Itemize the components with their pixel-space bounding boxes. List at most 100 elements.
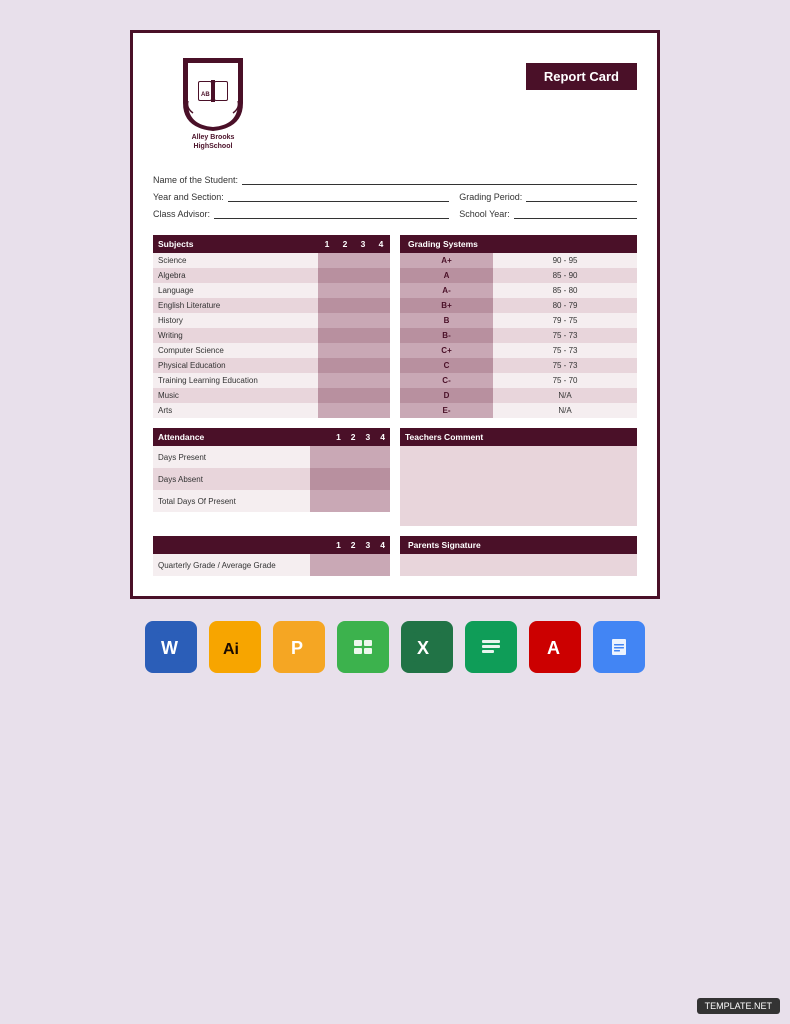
table-row: History <box>153 313 390 328</box>
table-row: Music <box>153 388 390 403</box>
table-row: DN/A <box>400 388 637 403</box>
table-row: A+90 - 95 <box>400 253 637 268</box>
subject-q3-cell <box>354 283 372 298</box>
qg-q1: 1 <box>336 540 341 550</box>
comment-box <box>400 446 637 526</box>
quarterly-header: 1 2 3 4 <box>153 536 390 554</box>
table-row: B79 - 75 <box>400 313 637 328</box>
grade-label: C+ <box>400 343 493 358</box>
sheets-icon[interactable] <box>465 621 517 673</box>
logo-area: AB Alley BrooksHighSchool <box>153 53 273 155</box>
list-item: Days Absent <box>153 468 390 490</box>
table-row: Physical Education <box>153 358 390 373</box>
subjects-header-row: Subjects 1 2 3 4 <box>153 235 390 253</box>
school-year-label: School Year: <box>459 209 510 219</box>
subject-q2-cell <box>336 403 354 418</box>
header: AB Alley BrooksHighSchool Report Card <box>153 53 637 155</box>
subject-q1-cell <box>318 358 336 373</box>
subject-q2-cell <box>336 343 354 358</box>
subject-q2-cell <box>336 373 354 388</box>
subject-name: Computer Science <box>153 343 318 358</box>
table-row: B-75 - 73 <box>400 328 637 343</box>
subject-q4-cell <box>372 313 390 328</box>
subject-q1-cell <box>318 388 336 403</box>
subject-name: English Literature <box>153 298 318 313</box>
parents-sig-header: Parents Signature <box>400 536 637 554</box>
grade-range: 85 - 90 <box>493 268 637 283</box>
quarterly-section: 1 2 3 4 Quarterly Grade / Average Grade <box>153 536 390 576</box>
subject-name: Training Learning Education <box>153 373 318 388</box>
att-q4-cell <box>370 468 390 490</box>
grade-range: 75 - 73 <box>493 328 637 343</box>
school-shield: AB <box>178 53 248 133</box>
subject-q4-cell <box>372 268 390 283</box>
qg-cell-3 <box>350 554 370 576</box>
grade-label: A+ <box>400 253 493 268</box>
grade-range: 75 - 73 <box>493 358 637 373</box>
numbers-icon[interactable] <box>337 621 389 673</box>
subject-q3-cell <box>354 388 372 403</box>
grade-label: A- <box>400 283 493 298</box>
att-q2-cell <box>330 446 350 468</box>
grading-label: Grading Period: <box>459 192 522 202</box>
grade-label: A <box>400 268 493 283</box>
subject-name: Physical Education <box>153 358 318 373</box>
parents-sig-body <box>400 554 637 576</box>
quarterly-cells <box>310 554 390 576</box>
q3-header: 3 <box>354 235 372 253</box>
excel-icon[interactable]: X <box>401 621 453 673</box>
svg-text:X: X <box>417 638 429 658</box>
docs-icon[interactable] <box>593 621 645 673</box>
subject-q3-cell <box>354 328 372 343</box>
subject-q2-cell <box>336 268 354 283</box>
table-row: E-N/A <box>400 403 637 418</box>
att-q3-cell <box>350 446 370 468</box>
subject-name: Science <box>153 253 318 268</box>
student-info: Name of the Student: Year and Section: G… <box>153 173 637 219</box>
grading-section: Grading Systems A+90 - 95A85 - 90A-85 - … <box>400 235 637 418</box>
grade-label: C <box>400 358 493 373</box>
attendance-row-label: Total Days Of Present <box>153 493 310 510</box>
parents-signature-section: Parents Signature <box>400 536 637 576</box>
word-icon[interactable]: W <box>145 621 197 673</box>
q1-header: 1 <box>318 235 336 253</box>
subject-q2-cell <box>336 313 354 328</box>
grade-range: N/A <box>493 403 637 418</box>
grade-range: 90 - 95 <box>493 253 637 268</box>
subjects-section: Subjects 1 2 3 4 ScienceAlgebraLanguageE… <box>153 235 390 418</box>
list-item: Total Days Of Present <box>153 490 390 512</box>
attendance-header: Attendance 1 2 3 4 <box>153 428 390 446</box>
grade-label: B+ <box>400 298 493 313</box>
subject-name: Music <box>153 388 318 403</box>
att-q2-cell <box>330 490 350 512</box>
att-q1: 1 <box>336 432 341 442</box>
table-row: C+75 - 73 <box>400 343 637 358</box>
report-card-title: Report Card <box>526 63 637 90</box>
qg-cell-2 <box>330 554 350 576</box>
attendance-body: Days PresentDays AbsentTotal Days Of Pre… <box>153 446 390 512</box>
app-icons-bar: W Ai P X <box>145 621 645 673</box>
teachers-comment-header: Teachers Comment <box>400 428 637 446</box>
subject-q4-cell <box>372 358 390 373</box>
pages-icon[interactable]: P <box>273 621 325 673</box>
qg-cell-4 <box>370 554 390 576</box>
acrobat-icon[interactable]: A <box>529 621 581 673</box>
quarterly-section-row: 1 2 3 4 Quarterly Grade / Average Grade … <box>153 536 637 576</box>
subject-q3-cell <box>354 403 372 418</box>
subject-q2-cell <box>336 358 354 373</box>
grade-range: 75 - 70 <box>493 373 637 388</box>
illustrator-icon[interactable]: Ai <box>209 621 261 673</box>
subject-q3-cell <box>354 298 372 313</box>
school-year-line <box>514 207 637 219</box>
q2-header: 2 <box>336 235 354 253</box>
subject-q2-cell <box>336 283 354 298</box>
table-row: A-85 - 80 <box>400 283 637 298</box>
class-line <box>214 207 449 219</box>
subject-q4-cell <box>372 403 390 418</box>
subject-name: Language <box>153 283 318 298</box>
attendance-row-label: Days Absent <box>153 471 310 488</box>
quarterly-label: Quarterly Grade / Average Grade <box>153 557 310 574</box>
subject-q4-cell <box>372 298 390 313</box>
table-row: Language <box>153 283 390 298</box>
att-q2: 2 <box>351 432 356 442</box>
